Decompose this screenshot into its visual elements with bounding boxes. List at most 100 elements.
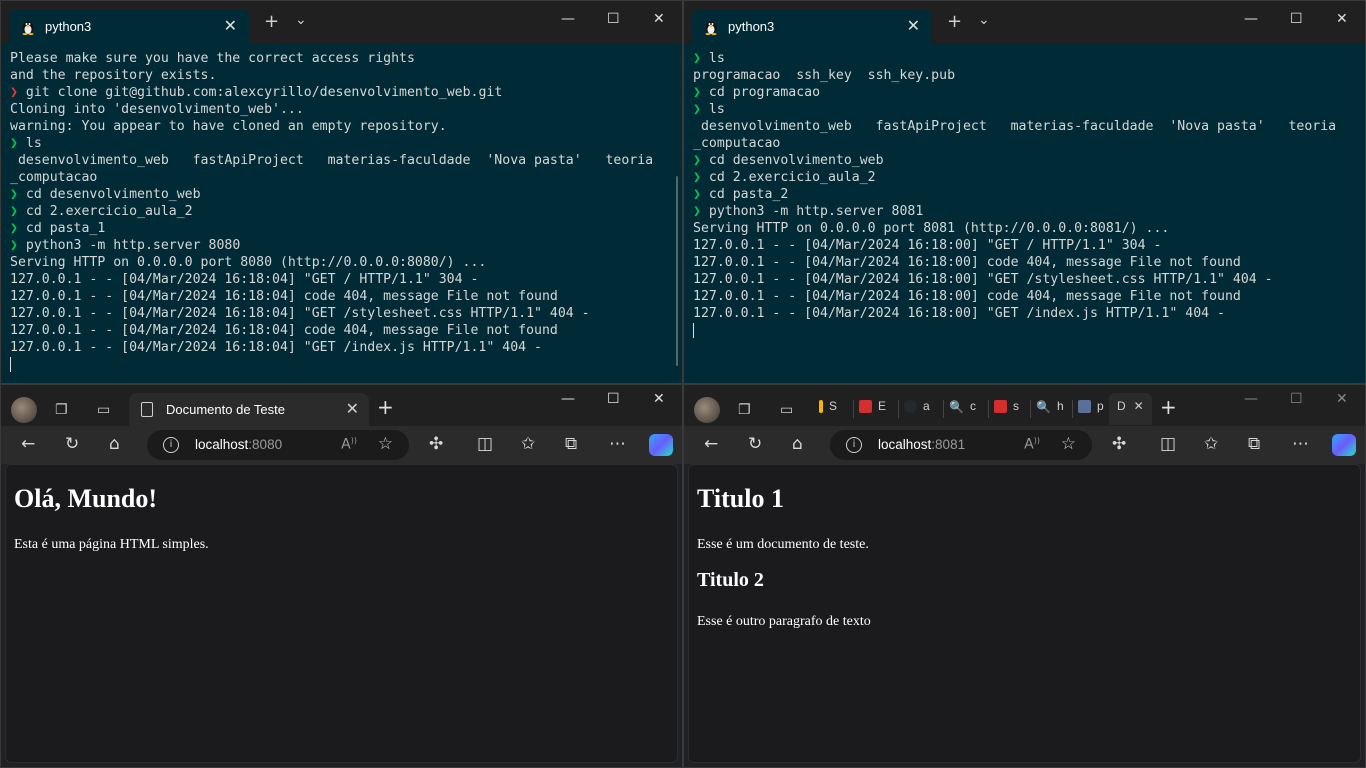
close-tab-icon[interactable]: ✕ bbox=[224, 16, 237, 35]
chevron-down-icon[interactable]: ⌄ bbox=[295, 12, 307, 28]
mini-tab[interactable]: a bbox=[898, 399, 930, 419]
favorites-icon[interactable]: ✩ bbox=[521, 434, 535, 454]
terminal-line-text: 127.0.0.1 - - [04/Mar/2024 16:18:00] cod… bbox=[693, 255, 1241, 270]
maximize-button[interactable]: ☐ bbox=[607, 391, 620, 407]
chevron-down-icon[interactable]: ⌄ bbox=[978, 12, 990, 28]
close-window-button[interactable]: ✕ bbox=[653, 11, 665, 27]
terminal-line: programacao ssh_key ssh_key.pub bbox=[693, 67, 1336, 84]
terminal-line: ❯ cd pasta_1 bbox=[10, 220, 653, 237]
close-tab-icon[interactable]: ✕ bbox=[346, 399, 359, 418]
terminal-line-text: 127.0.0.1 - - [04/Mar/2024 16:18:00] "GE… bbox=[693, 306, 1225, 321]
favorite-star-icon[interactable]: ☆ bbox=[1061, 434, 1076, 454]
new-tab-button[interactable]: + bbox=[947, 11, 962, 32]
workspaces-icon[interactable]: ❐ bbox=[738, 402, 751, 418]
mini-tab[interactable]: 🔍 h bbox=[1030, 399, 1064, 419]
terminal-line-text: and the repository exists. bbox=[10, 68, 217, 83]
home-button[interactable]: ⌂ bbox=[109, 434, 120, 454]
collections-icon[interactable]: ⧉ bbox=[1248, 434, 1260, 454]
mini-tab[interactable]: E bbox=[853, 399, 886, 419]
read-aloud-icon[interactable]: A)) bbox=[1024, 436, 1040, 453]
browser-tab-active[interactable]: Documento de Teste ✕ bbox=[129, 393, 369, 427]
terminal-line: 127.0.0.1 - - [04/Mar/2024 16:18:04] "GE… bbox=[10, 271, 653, 288]
split-screen-icon[interactable]: ◫ bbox=[1160, 434, 1176, 454]
new-tab-button[interactable]: + bbox=[264, 11, 279, 32]
extensions-icon[interactable]: ✣ bbox=[429, 434, 443, 454]
maximize-button[interactable]: ☐ bbox=[1290, 11, 1303, 27]
mini-tab[interactable]: p bbox=[1072, 399, 1104, 419]
terminal-line: ❯ ls bbox=[10, 135, 653, 152]
terminal-line: _computacao bbox=[10, 169, 653, 186]
more-options-icon[interactable]: ⋯ bbox=[1292, 434, 1309, 454]
back-button[interactable]: ← bbox=[21, 434, 35, 454]
terminal-line: ❯ cd desenvolvimento_web bbox=[10, 186, 653, 203]
avatar[interactable] bbox=[694, 397, 720, 423]
collections-icon[interactable]: ⧉ bbox=[565, 434, 577, 454]
terminal-line: Please make sure you have the correct ac… bbox=[10, 50, 653, 67]
mini-tab[interactable]: s bbox=[988, 399, 1019, 419]
workspaces-icon[interactable]: ❐ bbox=[55, 402, 68, 418]
copilot-icon[interactable] bbox=[649, 434, 673, 456]
prompt-arrow-icon: ❯ bbox=[10, 221, 18, 236]
terminal-line: ❯ ls bbox=[693, 50, 1336, 67]
info-icon[interactable]: i bbox=[846, 437, 862, 453]
favorites-icon[interactable]: ✩ bbox=[1204, 434, 1218, 454]
terminal-line: ❯ git clone git@github.com:alexcyrillo/d… bbox=[10, 84, 653, 101]
read-aloud-icon[interactable]: A)) bbox=[341, 436, 357, 453]
close-window-button[interactable]: ✕ bbox=[1336, 11, 1348, 27]
home-button[interactable]: ⌂ bbox=[792, 434, 803, 454]
tab-actions-icon[interactable]: ▭ bbox=[780, 402, 793, 418]
terminal-output[interactable]: Please make sure you have the correct ac… bbox=[10, 50, 653, 373]
address-bar[interactable]: i localhost:8080 A)) ☆ bbox=[147, 430, 409, 460]
refresh-button[interactable]: ↻ bbox=[748, 434, 762, 454]
new-tab-button[interactable]: + bbox=[1160, 395, 1177, 419]
maximize-button[interactable]: ☐ bbox=[607, 11, 620, 27]
avatar[interactable] bbox=[11, 397, 37, 423]
mini-tab[interactable]: 🔍 c bbox=[943, 399, 976, 419]
minimize-button[interactable]: — bbox=[561, 11, 575, 27]
close-tab-icon[interactable]: ✕ bbox=[1134, 399, 1144, 413]
info-icon[interactable]: i bbox=[163, 437, 179, 453]
close-tab-icon[interactable]: ✕ bbox=[907, 16, 920, 35]
close-window-button[interactable]: ✕ bbox=[653, 391, 665, 407]
close-window-button[interactable]: ✕ bbox=[1336, 391, 1348, 407]
browser-window-left: ❐ ▭ Documento de Teste ✕ + — ☐ ✕ ← ↻ ⌂ i… bbox=[0, 384, 683, 768]
prompt-arrow-icon: ❯ bbox=[693, 187, 701, 202]
prompt-arrow-icon: ❯ bbox=[10, 204, 18, 219]
terminal-scrollbar[interactable] bbox=[676, 176, 678, 366]
terminal-line-text: 127.0.0.1 - - [04/Mar/2024 16:18:04] cod… bbox=[10, 289, 558, 304]
terminal-line: ❯ cd 2.exercicio_aula_2 bbox=[693, 169, 1336, 186]
address-bar[interactable]: i localhost:8081 A)) ☆ bbox=[830, 430, 1092, 460]
minimize-button[interactable]: — bbox=[1244, 11, 1258, 27]
terminal-line: 127.0.0.1 - - [04/Mar/2024 16:18:04] cod… bbox=[10, 322, 653, 339]
prompt-arrow-icon: ❯ bbox=[10, 238, 18, 253]
new-tab-button[interactable]: + bbox=[377, 395, 394, 419]
prompt-arrow-icon: ❯ bbox=[10, 136, 18, 151]
copilot-icon[interactable] bbox=[1332, 434, 1356, 456]
favorite-star-icon[interactable]: ☆ bbox=[378, 434, 393, 454]
tux-icon bbox=[22, 21, 34, 35]
page-content: Titulo 1 Esse é um documento de teste. T… bbox=[688, 464, 1361, 763]
terminal-line: warning: You appear to have cloned an em… bbox=[10, 118, 653, 135]
more-options-icon[interactable]: ⋯ bbox=[609, 434, 626, 454]
split-screen-icon[interactable]: ◫ bbox=[477, 434, 493, 454]
terminal-output[interactable]: ❯ ls programacao ssh_key ssh_key.pub ❯ cd … bbox=[693, 50, 1336, 339]
terminal-line-text: 127.0.0.1 - - [04/Mar/2024 16:18:04] cod… bbox=[10, 323, 558, 338]
tab-actions-icon[interactable]: ▭ bbox=[97, 402, 110, 418]
minimize-button[interactable]: — bbox=[1244, 391, 1258, 407]
terminal-line: ❯ python3 -m http.server 8080 bbox=[10, 237, 653, 254]
minimize-button[interactable]: — bbox=[561, 391, 575, 407]
terminal-tab[interactable]: python3 ✕ bbox=[9, 10, 249, 43]
browser-tab-active[interactable]: D ✕ bbox=[1109, 393, 1152, 425]
prompt-arrow-icon: ❯ bbox=[10, 187, 18, 202]
extensions-icon[interactable]: ✣ bbox=[1112, 434, 1126, 454]
back-button[interactable]: ← bbox=[704, 434, 718, 454]
terminal-line-text: cd pasta_2 bbox=[700, 187, 789, 202]
mini-tab[interactable]: S bbox=[819, 399, 837, 419]
refresh-button[interactable]: ↻ bbox=[65, 434, 79, 454]
terminal-line: and the repository exists. bbox=[10, 67, 653, 84]
address-text: localhost:8080 bbox=[195, 437, 283, 452]
terminal-tab[interactable]: python3 ✕ bbox=[692, 10, 932, 43]
maximize-button[interactable]: ☐ bbox=[1290, 391, 1303, 407]
terminal-line-text: python3 -m http.server 8080 bbox=[17, 238, 241, 253]
terminal-line: Cloning into 'desenvolvimento_web'... bbox=[10, 101, 653, 118]
